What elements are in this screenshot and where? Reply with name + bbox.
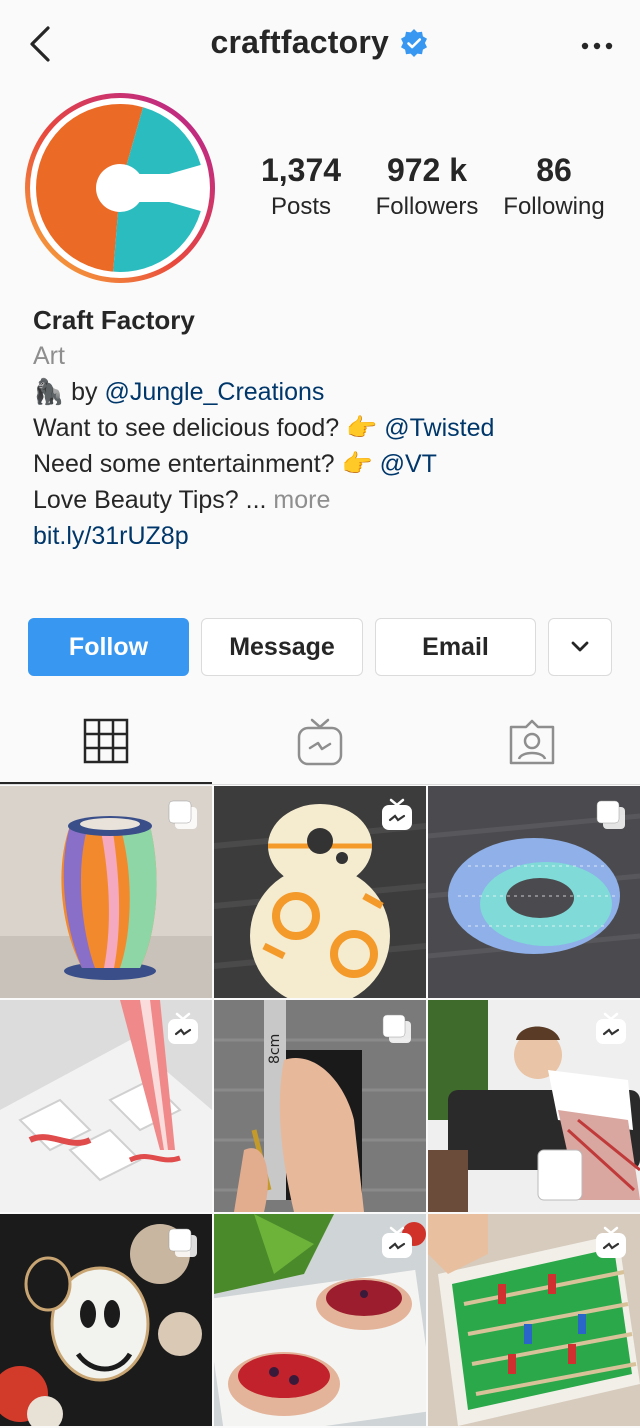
chevron-down-icon xyxy=(571,641,589,652)
followers-count: 972 k xyxy=(386,152,468,188)
verified-badge-icon xyxy=(401,28,428,57)
igtv-icon xyxy=(382,798,412,830)
followers-label: Followers xyxy=(375,193,479,220)
grid-icon xyxy=(83,718,129,764)
igtv-icon xyxy=(168,1012,198,1044)
post-thumbnail-mickey-art[interactable] xyxy=(0,1214,212,1426)
gorilla-emoji: 🦍 xyxy=(33,378,65,406)
igtv-icon xyxy=(596,1226,626,1258)
bio-line-1: 🦍 by @Jungle_Creations xyxy=(33,374,623,410)
igtv-icon xyxy=(596,1012,626,1044)
following-count: 86 xyxy=(536,152,572,188)
mention-link[interactable]: @Jungle_Creations xyxy=(104,378,324,406)
posts-stat[interactable]: 1,374 Posts xyxy=(238,150,364,224)
bio-line-3: Need some entertainment? 👉 @VT xyxy=(33,446,623,482)
post-thumbnail-paper-ring[interactable] xyxy=(428,786,640,998)
post-thumbnail-ice-tray-pour[interactable] xyxy=(0,1000,212,1212)
suggested-dropdown-button[interactable] xyxy=(548,618,612,676)
post-thumbnail-foosball-box[interactable] xyxy=(428,1214,640,1426)
mention-link[interactable]: @VT xyxy=(380,450,437,478)
posts-label: Posts xyxy=(270,193,332,220)
profile-tabs xyxy=(0,700,640,784)
username-header: craftfactory xyxy=(0,24,640,61)
profile-bio: Craft Factory Art 🦍 by @Jungle_Creations… xyxy=(33,302,623,554)
bio-line-4: Love Beauty Tips? ... more xyxy=(33,482,623,518)
email-button[interactable]: Email xyxy=(375,618,536,676)
bio-line-2: Want to see delicious food? 👉 @Twisted xyxy=(33,410,623,446)
more-link[interactable]: more xyxy=(273,486,330,514)
message-button[interactable]: Message xyxy=(201,618,363,676)
top-bar: craftfactory xyxy=(0,0,640,92)
profile-avatar[interactable] xyxy=(22,90,218,286)
category-label: Art xyxy=(33,342,65,370)
carousel-icon xyxy=(382,1014,411,1043)
svg-text:8cm: 8cm xyxy=(267,1034,283,1064)
tabs-divider xyxy=(0,784,640,785)
tagged-user-icon xyxy=(509,719,555,765)
mention-link[interactable]: @Twisted xyxy=(384,414,494,442)
bio-text: Want to see delicious food? xyxy=(33,414,347,442)
post-thumbnail-paper-vase[interactable] xyxy=(0,786,212,998)
more-horizontal-icon[interactable] xyxy=(580,34,614,58)
post-thumbnail-man-on-sofa[interactable] xyxy=(428,1000,640,1212)
pointing-hand-emoji: 👉 xyxy=(346,414,378,442)
following-stat[interactable]: 86 Following xyxy=(496,150,612,224)
followers-stat[interactable]: 972 k Followers xyxy=(366,150,488,224)
bio-text: Need some entertainment? xyxy=(33,450,342,478)
carousel-icon xyxy=(596,800,625,829)
pointing-hand-emoji: 👉 xyxy=(341,450,373,478)
tab-posts-grid[interactable] xyxy=(0,700,212,784)
igtv-icon xyxy=(382,1226,412,1258)
bio-text: by xyxy=(64,378,105,406)
display-name: Craft Factory xyxy=(33,305,195,335)
carousel-icon xyxy=(168,800,197,829)
post-thumbnail-fruit-tarts[interactable] xyxy=(214,1214,426,1426)
carousel-icon xyxy=(168,1228,197,1257)
username-title: craftfactory xyxy=(210,24,389,60)
follow-button[interactable]: Follow xyxy=(28,618,189,676)
posts-count: 1,374 xyxy=(260,152,342,188)
tab-tagged[interactable] xyxy=(426,700,638,784)
post-thumbnail-bb8-cookie[interactable] xyxy=(214,786,426,998)
website-link[interactable]: bit.ly/31rUZ8p xyxy=(33,518,623,554)
igtv-icon xyxy=(297,718,343,766)
following-label: Following xyxy=(503,193,605,220)
tab-igtv[interactable] xyxy=(214,700,426,784)
profile-stats: 1,374 Posts 972 k Followers 86 Following xyxy=(238,150,630,230)
bio-text: Love Beauty Tips? ... xyxy=(33,486,274,514)
post-thumbnail-ruler-paper[interactable]: 8cm xyxy=(214,1000,426,1212)
